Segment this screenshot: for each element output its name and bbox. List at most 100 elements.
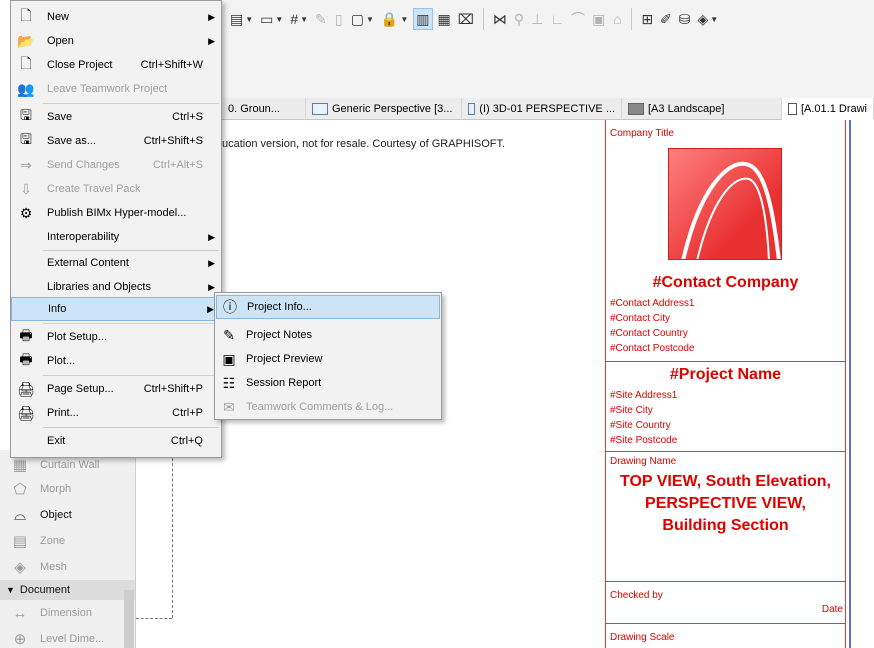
open-folder-icon: 📂 [17,32,35,49]
grid-snap-icon[interactable]: # ▼ [288,8,310,30]
mesh-icon: ◈ [14,559,26,576]
menu-item-plot[interactable]: 🖶 Plot... [11,349,221,373]
tab-generic-perspective[interactable]: Generic Perspective [3... [306,98,462,120]
tool-level-dimension[interactable]: ⊕ Level Dime... [0,626,135,648]
lock-icon[interactable]: 🔒 ▼ [379,8,410,30]
curve-icon[interactable]: ⌒ [569,8,587,30]
scale-icon[interactable]: ▦ [436,8,453,30]
contact-company: #Contact Company [652,274,799,291]
toolbox-group-document[interactable]: ▼ Document [0,580,135,600]
layout-master-icon [628,103,644,115]
layout-icon[interactable]: ⊞ [639,8,655,30]
tab-a3-landscape[interactable]: [A3 Landscape] [622,98,782,120]
plot-setup-icon: 🖶 [19,327,33,343]
layer-dropdown-icon[interactable]: ▤ ▼ [228,8,255,30]
tool-mesh[interactable]: ◈ Mesh [0,554,135,580]
education-note: ucation version, not for resale. Courtes… [222,138,506,150]
menu-item-plot-setup[interactable]: 🖶 Plot Setup... [11,325,221,349]
menu-item-leave-teamwork: 👥 Leave Teamwork Project [17,80,168,97]
tab-a011-drawing[interactable]: [A.01.1 Drawi [782,98,874,120]
site-line: #Site Country [610,420,671,431]
site-line: #Site City [610,405,653,416]
trace-icon[interactable]: ⋈ [491,8,509,30]
menu-item-save[interactable]: 🖫 Save Ctrl+S [11,105,221,129]
layout-sync-icon[interactable]: ▥ [413,8,433,30]
date-label: Date [821,604,843,615]
notes-icon: ✎ [223,326,235,343]
menu-separator [43,375,219,376]
window-icon[interactable]: ▣ [590,8,607,30]
magic-wand-icon[interactable]: ⚲ [512,8,526,30]
house-icon[interactable]: ⌂ [610,8,624,30]
contact-address-block: #Contact Address1 #Contact City #Contact… [606,296,845,356]
menu-item-new[interactable]: 🗋 New ▶ [11,5,221,29]
tool-label: Zone [40,535,66,547]
perspective-view-icon [312,103,328,115]
tool-label: Morph [40,483,72,495]
menu-item-save-as[interactable]: 🖫 Save as... Ctrl+Shift+S [11,129,221,153]
title-block: Company Title #Contact Company #Contact … [605,120,846,648]
toolbar-separator [482,8,484,30]
edit-pen-icon[interactable]: ✐ [658,8,674,30]
menu-item-page-setup[interactable]: 🖨 Page Setup... Ctrl+Shift+P [11,377,221,401]
box-select-icon[interactable]: ▢ ▼ [349,8,376,30]
curtain-wall-icon: ▦ [12,457,28,474]
tool-label: Mesh [40,561,67,573]
tab-ground-floor[interactable]: 0. Groun... [222,98,306,120]
tool-object[interactable]: ⌓ Object [0,502,135,528]
site-line: #Site Postcode [610,435,678,446]
submenu-arrow-icon: ▶ [208,11,215,22]
drawing-name-label: Drawing Name [610,456,677,467]
menu-separator [43,103,219,104]
drawing-scale-section: Drawing Scale [606,624,845,645]
tool-label: Object [40,509,72,521]
menu-item-project-preview[interactable]: ▣ Project Preview [216,347,440,371]
menu-item-libraries-objects[interactable]: Libraries and Objects ▶ [11,275,221,299]
menu-item-session-report[interactable]: ☷ Session Report [216,371,440,395]
pencil-icon[interactable]: ✎ [313,8,329,30]
main-toolbar: ▤ ▼ ▭ ▼ # ▼ ✎ ▯ ▢ ▼ 🔒 ▼ ▥ ▦ ⌧ ⋈ ⚲ ⊥ ∟ ⌒ ▣ ⌂ ⊞… [222,0,874,38]
menu-item-publish-bimx[interactable]: ⚙ Publish BIMx Hyper-model... [11,201,221,225]
checked-by-label: Checked by [610,590,663,601]
tool-label: Level Dime... [40,633,105,645]
structure-icon[interactable]: ⊥ [529,8,545,30]
menu-item-open[interactable]: 📂 Open ▶ [11,29,221,53]
menu-item-exit[interactable]: Exit Ctrl+Q [11,429,221,453]
new-document-icon: 🗋 [20,7,32,23]
contact-line: #Contact Country [610,328,688,339]
menu-item-project-notes[interactable]: ✎ Project Notes [216,323,440,347]
tab-label: [A.01.1 Drawi [800,102,867,115]
group-label: Document [19,584,71,596]
menu-item-create-travel-pack: ⇩ Create Travel Pack [11,177,221,201]
menu-item-interoperability[interactable]: Interoperability ▶ [11,225,221,249]
drawing-name: TOP VIEW, South Elevation, PERSPECTIVE V… [620,473,831,534]
menu-item-close-project[interactable]: 🗋 Close Project Ctrl+Shift+W [11,53,221,77]
tab-3d-perspective[interactable]: (I) 3D-01 PERSPECTIVE ... [462,98,622,120]
tool-label: Curtain Wall [40,459,100,471]
menu-item-print[interactable]: 🖨 Print... Ctrl+P [11,401,221,425]
cross-icon[interactable]: ⌧ [456,8,476,30]
publish-icon[interactable]: ⛁ [677,8,693,30]
report-icon: ☷ [222,374,236,391]
dashed-boundary [172,433,173,618]
submenu-arrow-icon: ▶ [208,257,215,268]
menu-item-external-content[interactable]: External Content ▶ [11,251,221,275]
rule-icon[interactable]: ▯ [332,8,346,30]
diamond-tool-icon[interactable]: ◈ ▼ [696,8,721,30]
menu-item-project-info[interactable]: ⓘ Project Info... [216,295,440,319]
bimx-icon: ⚙ [19,204,33,221]
tab-label: (I) 3D-01 PERSPECTIVE ... [479,103,615,115]
tool-dimension[interactable]: ↔ Dimension ▲ [0,600,135,626]
contact-line: #Contact City [610,313,671,324]
angle-icon[interactable]: ∟ [548,8,566,30]
collapse-arrow-icon: ▼ [6,585,15,595]
toolbox-scrollbar[interactable] [124,590,134,648]
tab-label: [A3 Landscape] [648,103,725,115]
menu-separator [43,323,219,324]
menu-item-info[interactable]: Info ▶ [11,297,221,321]
tool-zone[interactable]: ▤ Zone [0,528,135,554]
tool-morph[interactable]: ⬠ Morph [0,476,135,502]
pen-set-icon[interactable]: ▭ ▼ [258,8,285,30]
site-address-block: #Site Address1 #Site City #Site Country … [606,384,845,448]
site-line: #Site Address1 [610,390,678,401]
